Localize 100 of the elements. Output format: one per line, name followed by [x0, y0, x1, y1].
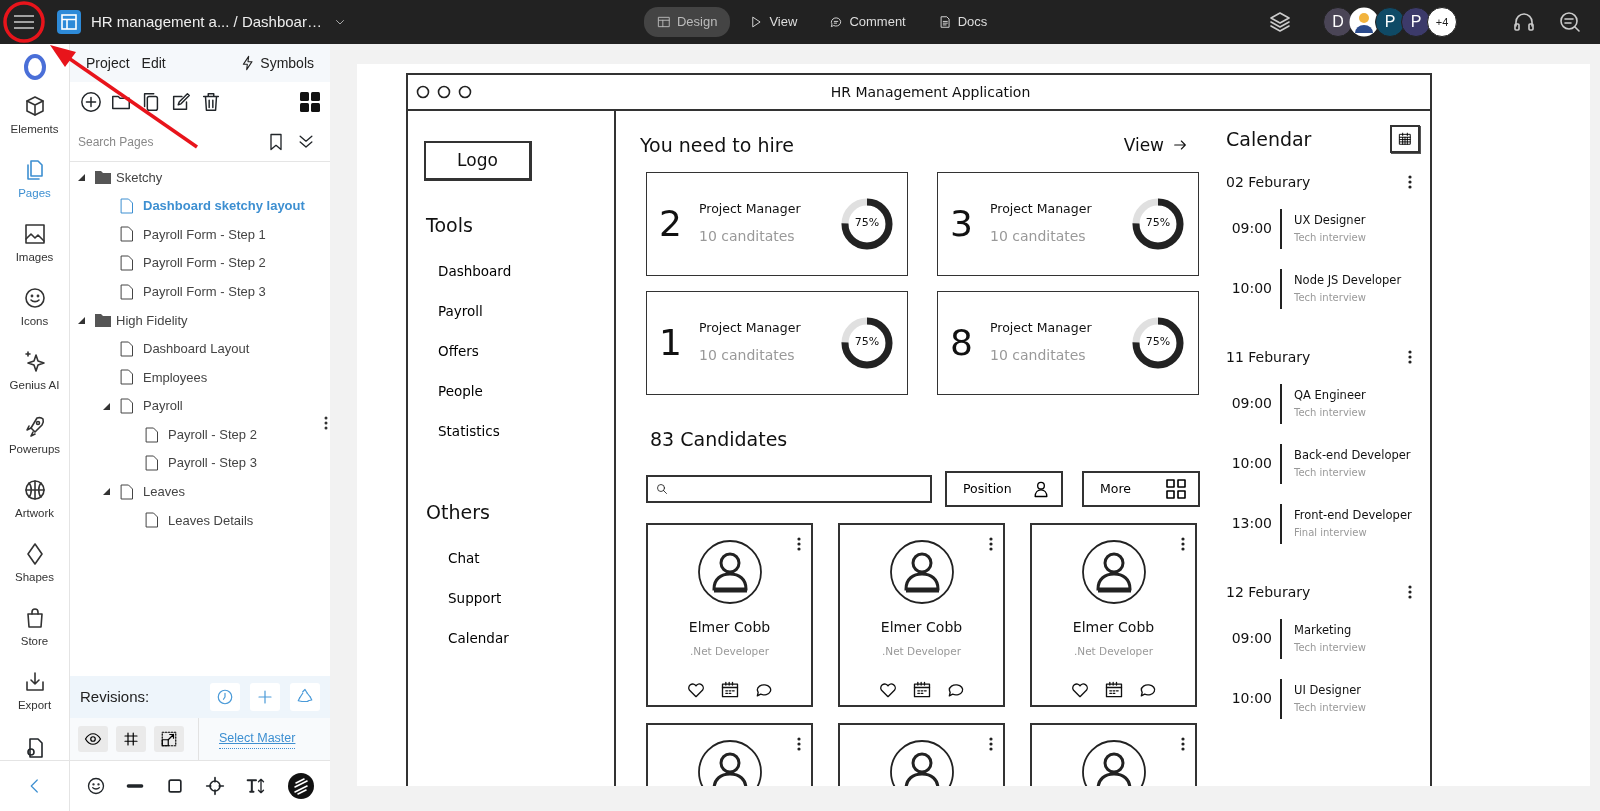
tree-item[interactable]: Payroll Form - Step 3 [120, 277, 266, 306]
drag-handle-icon[interactable] [324, 416, 328, 430]
edit-icon[interactable] [170, 91, 192, 113]
more-icon[interactable] [989, 537, 993, 551]
role-title: Project Manager [990, 199, 1092, 218]
event-time: 13:00 [1230, 514, 1273, 533]
page-icon [120, 226, 134, 243]
grid-icon[interactable] [300, 92, 320, 112]
resize-button[interactable] [154, 726, 184, 752]
more-icon[interactable] [989, 737, 993, 751]
search-field[interactable] [646, 475, 932, 503]
avatar-icon[interactable] [1349, 7, 1379, 37]
more-icon[interactable] [1181, 737, 1185, 751]
nav-item[interactable]: Chat [424, 538, 486, 578]
recycle-button[interactable] [290, 683, 320, 711]
headset-icon[interactable] [1512, 10, 1536, 34]
brand-icon[interactable] [288, 773, 315, 799]
rail-item[interactable]: Artwork [0, 478, 69, 542]
menu-item[interactable]: Edit [135, 52, 172, 74]
more-icon[interactable] [797, 537, 801, 551]
expanded-icon[interactable] [103, 402, 110, 410]
mode-tab[interactable]: Docs [924, 7, 1001, 37]
nav-item[interactable]: Statistics [424, 411, 506, 452]
mode-tab[interactable]: View [736, 7, 811, 37]
symbols-button[interactable]: Symbols [234, 52, 320, 74]
tree-item[interactable]: Sketchy [95, 163, 163, 192]
preview-button[interactable] [78, 726, 108, 752]
history-button[interactable] [210, 683, 240, 711]
nav-item[interactable]: People [424, 371, 489, 412]
avatar[interactable]: D [1323, 7, 1353, 37]
grid-button[interactable] [116, 726, 146, 752]
rail-item[interactable]: Pages [0, 158, 69, 222]
logo-icon[interactable] [22, 54, 47, 80]
breadcrumb[interactable]: HR management a... / Dashboar… [91, 10, 322, 34]
smiley-icon [22, 286, 47, 310]
trash-icon[interactable] [200, 91, 222, 113]
clock-icon [216, 687, 234, 707]
calendar-icon[interactable] [719, 679, 740, 700]
tree-item[interactable]: Payroll [120, 391, 183, 421]
view-link[interactable]: View [1123, 132, 1188, 158]
avatar[interactable]: P [1375, 7, 1405, 37]
tree-item[interactable]: Payroll Form - Step 1 [120, 220, 266, 249]
search-icon[interactable] [1558, 10, 1582, 34]
tree-item[interactable]: Leaves [120, 477, 185, 507]
tree-item[interactable]: High Fidelity [95, 305, 188, 335]
calendar-icon[interactable] [911, 679, 932, 700]
page-icon [120, 197, 134, 214]
menu-item[interactable]: Project [80, 52, 136, 74]
event-title: UI Designer [1294, 682, 1362, 700]
nav-item[interactable]: Calendar [424, 618, 515, 658]
nav-item[interactable]: Offers [424, 331, 485, 372]
mode-tab[interactable]: Comment [816, 7, 919, 37]
tree-item[interactable]: Payroll Form - Step 2 [120, 248, 266, 278]
move-icon[interactable] [204, 776, 225, 796]
nav-item[interactable]: Payroll [424, 291, 489, 332]
expanded-icon[interactable] [78, 173, 85, 181]
count: 3 [950, 201, 974, 246]
rail-item[interactable]: Genius AI [0, 350, 69, 414]
rail-item[interactable]: Store [0, 606, 69, 670]
candidate-count: 10 canditates [990, 346, 1087, 366]
more-icon[interactable] [1408, 585, 1412, 599]
avatar[interactable]: P [1401, 7, 1431, 37]
expanded-icon[interactable] [78, 316, 85, 324]
filter-button[interactable]: More [1082, 471, 1200, 507]
filter-button[interactable]: Position [945, 471, 1063, 507]
more-icon[interactable] [1408, 175, 1412, 189]
more-icon[interactable] [1408, 350, 1412, 364]
calendar-button[interactable] [1390, 125, 1420, 154]
avatar-count[interactable]: +4 [1427, 7, 1457, 37]
candidate-name: Elmer Cobb [1072, 618, 1155, 637]
more-icon[interactable] [797, 737, 801, 751]
add-icon[interactable] [80, 91, 102, 113]
event-title: UX Designer [1294, 212, 1366, 230]
smiley-icon[interactable] [85, 776, 106, 796]
app-icon[interactable] [57, 10, 81, 34]
event-note: Tech interview [1294, 290, 1367, 305]
expanded-icon[interactable] [103, 488, 110, 496]
tree-item[interactable]: Payroll - Step 2 [145, 420, 257, 449]
rail-item[interactable]: Powerups [0, 414, 69, 478]
rail-item[interactable]: Export [0, 670, 69, 734]
rail-item[interactable]: Images [0, 222, 69, 286]
layers-icon[interactable] [1268, 10, 1292, 34]
candidate-name: Elmer Cobb [880, 618, 963, 637]
window-title: HR Management Application [830, 82, 1032, 102]
tree-item[interactable]: Dashboard Layout [120, 334, 250, 364]
menu-icon[interactable] [13, 14, 35, 30]
tree-item[interactable]: Employees [120, 363, 208, 392]
event-title: Front-end Developer [1294, 507, 1412, 525]
nav-item[interactable]: Dashboard [424, 251, 518, 292]
avatar-icon [696, 739, 763, 786]
tree-item[interactable]: Payroll - Step 3 [145, 448, 257, 478]
tree-item[interactable]: Leaves Details [145, 506, 254, 535]
rail-item[interactable]: Shapes [0, 542, 69, 606]
nav-item[interactable]: Support [424, 578, 508, 618]
more-icon[interactable] [1181, 537, 1185, 551]
rail-item[interactable]: Icons [0, 286, 69, 350]
rail-item[interactable]: Elements [0, 94, 69, 158]
calendar-icon[interactable] [1103, 679, 1124, 700]
role-title: Project Manager [699, 199, 801, 218]
mode-tab[interactable]: Design [643, 7, 731, 37]
